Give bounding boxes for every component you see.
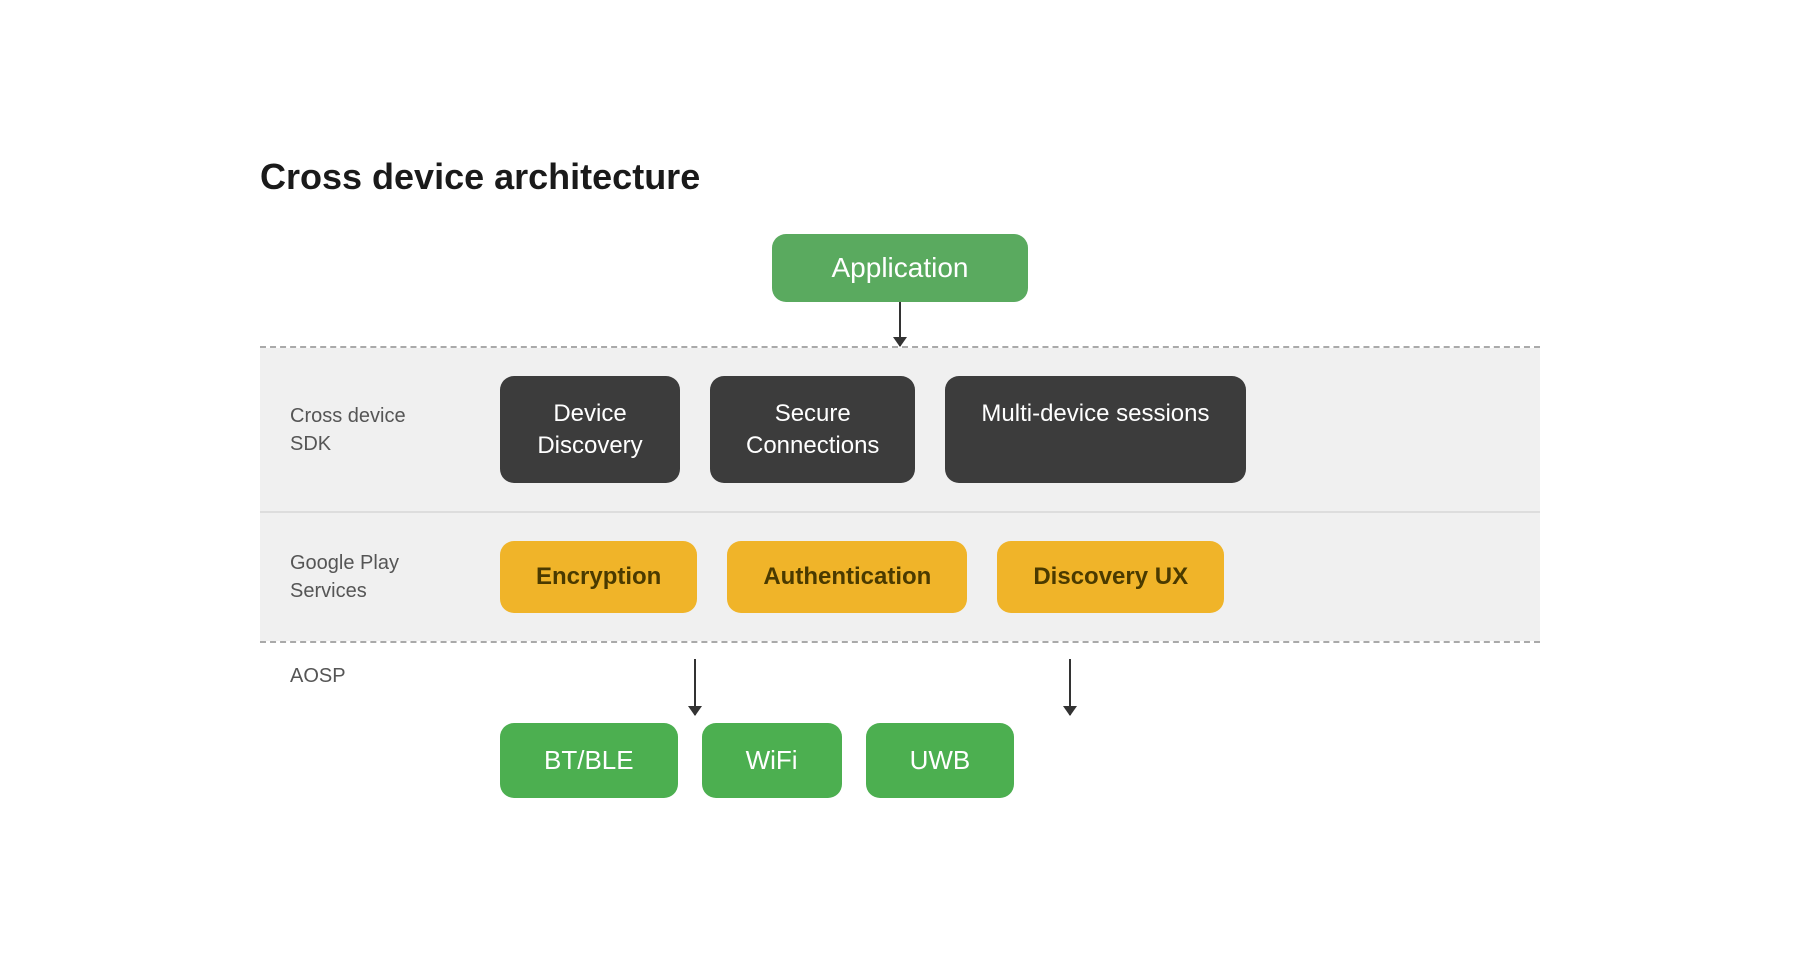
google-play-band: Google PlayServices Encryption Authentic… [260,513,1540,641]
sdk-band: Cross deviceSDK Device Discovery Secure … [260,348,1540,510]
page-title: Cross device architecture [260,156,1540,198]
left-arrow-col [500,659,890,715]
left-arrow-line [694,659,696,715]
sdk-label: Cross deviceSDK [290,402,460,458]
app-row: Application [260,234,1540,302]
device-discovery-box: Device Discovery [500,376,680,482]
page-wrapper: Cross device architecture Application Cr… [200,116,1600,837]
sdk-label-text: Cross deviceSDK [290,405,406,455]
application-box: Application [772,234,1029,302]
right-arrowhead [1063,706,1077,716]
multi-device-sessions-box: Multi-device sessions [945,376,1245,482]
encryption-box: Encryption [500,541,697,613]
aosp-right: BT/BLE WiFi UWB [500,659,1510,798]
transport-boxes: BT/BLE WiFi UWB [500,723,1510,798]
google-play-label-text: Google PlayServices [290,552,399,602]
diagram: Application Cross deviceSDK Device Disco… [260,234,1540,797]
sdk-items: Device Discovery Secure Connections Mult… [500,376,1510,482]
authentication-box: Authentication [727,541,967,613]
btble-box: BT/BLE [500,723,678,798]
aosp-arrows-and-boxes [500,659,1510,715]
right-arrow-col [980,659,1160,715]
app-to-sdk-arrow-container [260,302,1540,346]
left-arrowhead [688,706,702,716]
right-arrow-line [1069,659,1071,715]
discovery-ux-box: Discovery UX [997,541,1224,613]
google-play-label: Google PlayServices [290,549,460,605]
aosp-label: AOSP [290,659,460,688]
aosp-section: AOSP [260,643,1540,798]
wifi-box: WiFi [702,723,842,798]
secure-connections-box: Secure Connections [710,376,915,482]
app-to-sdk-arrow [899,302,901,346]
uwb-box: UWB [866,723,1015,798]
google-play-items: Encryption Authentication Discovery UX [500,541,1510,613]
